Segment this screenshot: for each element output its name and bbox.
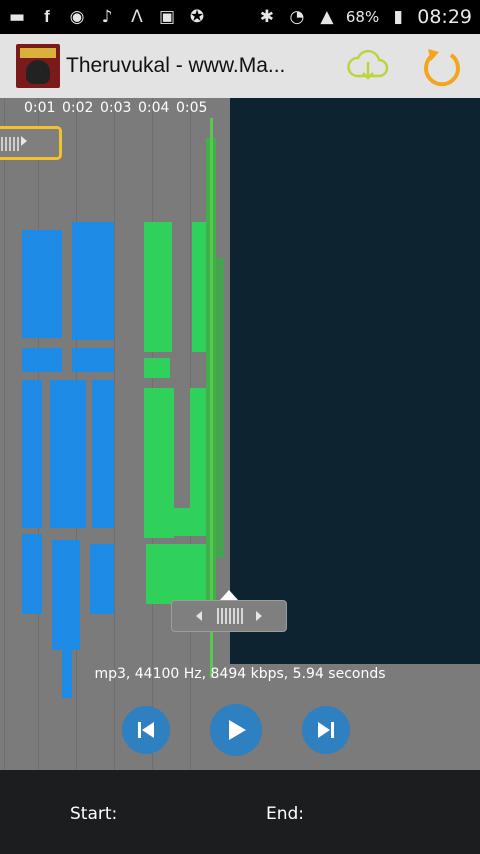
timeline-label: 0:05 bbox=[176, 100, 208, 116]
facebook-icon: f bbox=[44, 7, 50, 26]
triangle-logo-icon: Λ bbox=[131, 7, 143, 27]
battery-icon: ▮ bbox=[393, 7, 403, 27]
action-bar: Theruvukal - www.Ma... bbox=[0, 34, 480, 98]
grip-icon bbox=[217, 608, 243, 624]
next-button[interactable] bbox=[302, 706, 350, 754]
arrow-right-icon bbox=[256, 611, 262, 621]
end-marker-pointer bbox=[220, 590, 238, 600]
star-icon: ✪ bbox=[189, 7, 205, 27]
status-bar: ▬ f ◉ ♪ Λ ▣ ✪ ✱ ◔ ▲ 68% ▮ 08:29 bbox=[0, 0, 480, 34]
timeline-label: 0:04 bbox=[138, 100, 170, 116]
end-label: End: bbox=[266, 804, 305, 824]
skip-back-icon bbox=[138, 722, 154, 738]
arrow-right-icon bbox=[21, 136, 27, 146]
wifi-icon: ◔ bbox=[289, 7, 305, 27]
waveform-view[interactable]: 0:01 0:02 0:03 0:04 0:05 mp3, 44100 Hz, … bbox=[0, 98, 480, 770]
grip-icon bbox=[1, 137, 19, 151]
audio-info: mp3, 44100 Hz, 8494 kbps, 5.94 seconds bbox=[94, 666, 386, 682]
save-cloud-button[interactable] bbox=[344, 42, 392, 90]
skip-forward-icon bbox=[318, 722, 334, 738]
timeline-label: 0:01 bbox=[24, 100, 56, 116]
bluetooth-icon: ✱ bbox=[259, 7, 275, 27]
bottom-bar: Start: End: bbox=[0, 770, 480, 854]
reload-button[interactable] bbox=[418, 42, 466, 90]
timeline-label: 0:03 bbox=[100, 100, 132, 116]
music-note-icon: ♪ bbox=[101, 7, 113, 27]
play-icon bbox=[229, 720, 246, 740]
reload-icon bbox=[424, 49, 460, 87]
timeline-label: 0:02 bbox=[62, 100, 94, 116]
cloud-download-icon bbox=[347, 49, 389, 80]
battery-percent: 68% bbox=[345, 8, 380, 26]
chat-icon: ▬ bbox=[8, 7, 26, 27]
play-button[interactable] bbox=[210, 704, 262, 756]
photo-icon: ▣ bbox=[158, 7, 176, 27]
start-label: Start: bbox=[70, 804, 118, 824]
song-title: Theruvukal - www.Ma... bbox=[66, 54, 286, 77]
unselected-region bbox=[230, 98, 480, 664]
end-marker-handle[interactable] bbox=[171, 600, 287, 632]
clock: 08:29 bbox=[417, 6, 472, 28]
timeline-ruler: 0:01 0:02 0:03 0:04 0:05 bbox=[0, 100, 214, 120]
arrow-left-icon bbox=[196, 611, 202, 621]
whatsapp-icon: ◉ bbox=[69, 7, 85, 27]
signal-icon: ▲ bbox=[320, 7, 334, 27]
app-logo[interactable] bbox=[16, 44, 60, 88]
start-marker-handle[interactable] bbox=[0, 126, 62, 160]
previous-button[interactable] bbox=[122, 706, 170, 754]
